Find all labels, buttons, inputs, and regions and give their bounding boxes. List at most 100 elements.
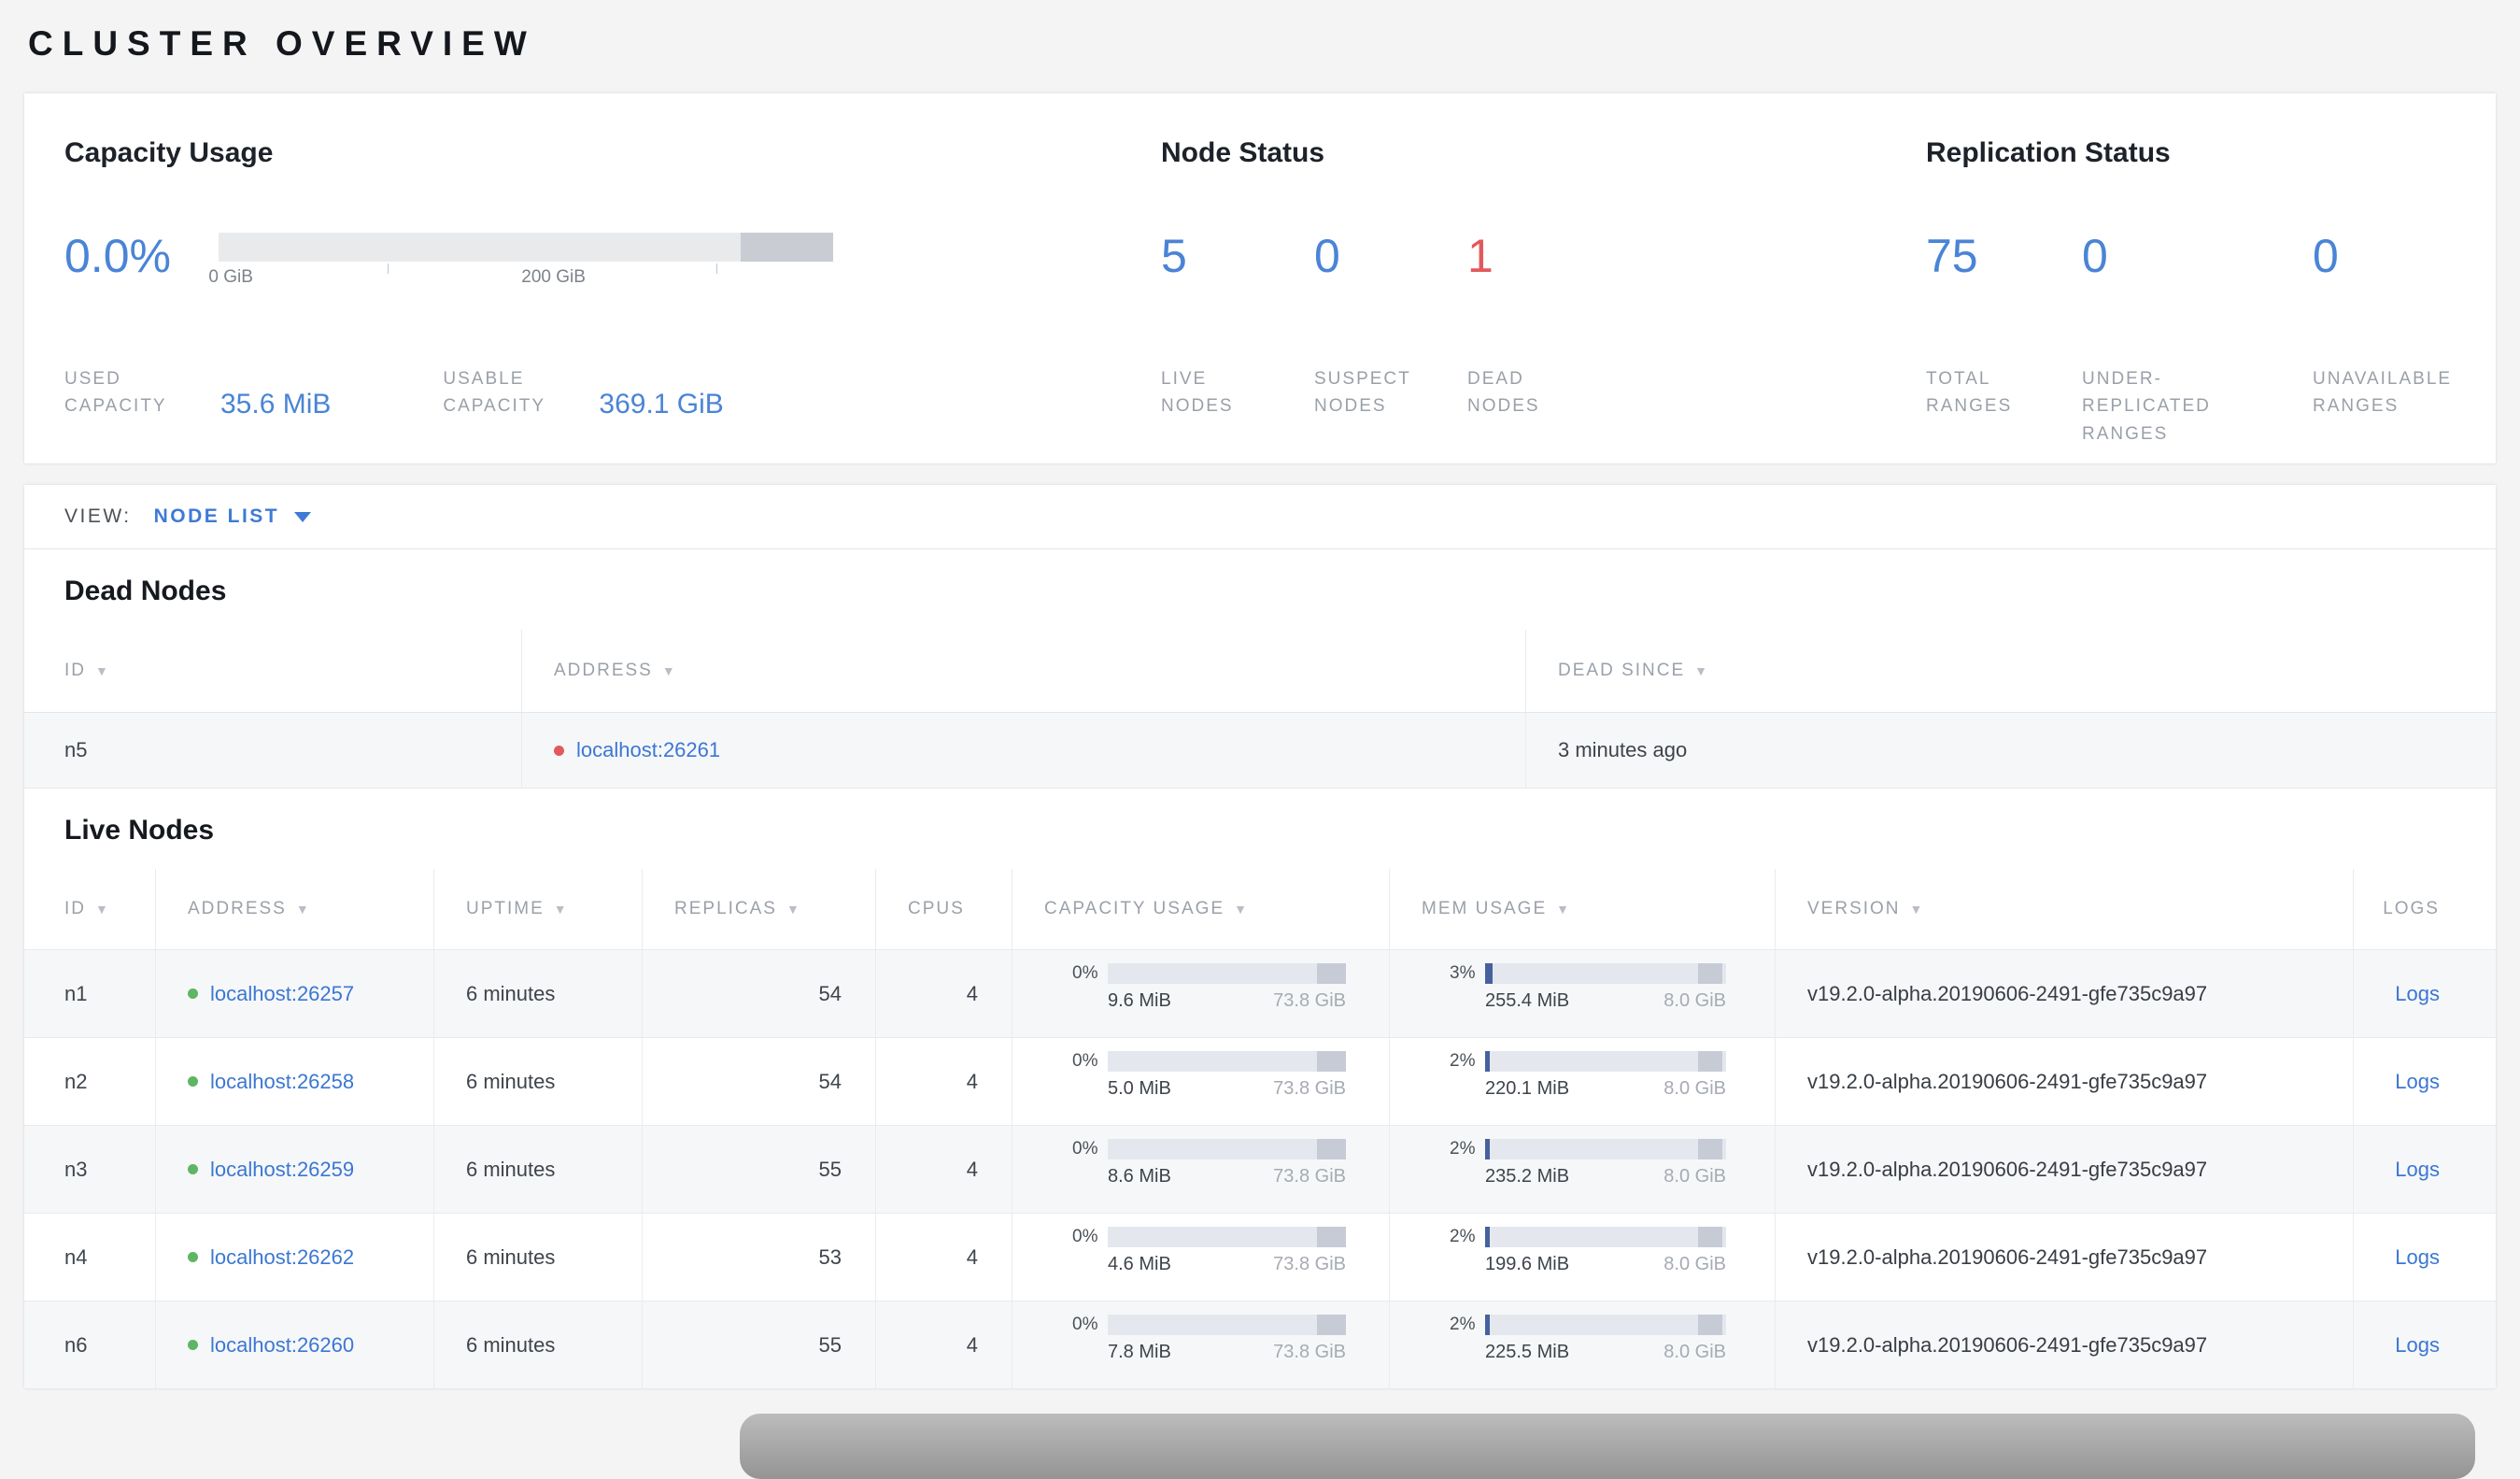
total-ranges-count: 75 [1926,230,1978,282]
node-address-link[interactable]: localhost:26262 [210,1245,354,1270]
live-col-logs-header[interactable]: LOGS [2354,869,2496,949]
logs-link[interactable]: Logs [2395,1158,2440,1182]
node-address-cell: localhost:26262 [156,1214,434,1301]
mem-total-value: 8.0 GiB [1663,1078,1726,1099]
live-col-version-header[interactable]: VERSION ▼ [1776,869,2354,949]
node-version: v19.2.0-alpha.20190606-2491-gfe735c9a97 [1776,1214,2354,1301]
table-row: n5 localhost:26261 3 minutes ago [24,712,2496,789]
live-col-replicas-header[interactable]: REPLICAS ▼ [643,869,876,949]
capacity-bar-axis: 0 GiB 200 GiB [208,262,833,293]
logs-link[interactable]: Logs [2395,1333,2440,1358]
node-address-link[interactable]: localhost:26260 [210,1333,354,1358]
node-cpus: 4 [876,1301,1012,1388]
live-col-cpus-header[interactable]: CPUS [876,869,1012,949]
node-status-title: Node Status [1161,137,1325,168]
live-nodes-header-row: ID ▼ ADDRESS ▼ UPTIME ▼ REPLICAS ▼ CPUS CAPA… [24,869,2496,949]
live-col-id-header[interactable]: ID ▼ [24,869,156,949]
mem-usage-bar [1485,963,1726,984]
capacity-usage-title: Capacity Usage [64,137,274,168]
capacity-total-value: 73.8 GiB [1273,1166,1346,1187]
capacity-percent: 0.0% [64,230,171,282]
capacity-total-value: 73.8 GiB [1273,990,1346,1011]
mem-percent-text: 2% [1450,1139,1476,1159]
node-address-link[interactable]: localhost:26258 [210,1070,354,1094]
sort-icon: ▼ [1556,902,1571,917]
live-status-icon [188,988,198,999]
live-col-mem-usage-header[interactable]: MEM USAGE ▼ [1390,869,1776,949]
capacity-bar-chart: 0 GiB 200 GiB [208,227,833,365]
axis-tick-label: 0 GiB [208,267,253,287]
capacity-usage-cell: 0% 9.6 MiB 73.8 GiB [1012,950,1390,1037]
mem-used-value: 199.6 MiB [1485,1254,1570,1274]
nodes-panel: VIEW: NODE LIST Dead Nodes ID ▼ ADDRESS … [24,485,2496,1388]
axis-tick-label: 200 GiB [521,267,586,287]
dead-nodes-heading: Dead Nodes [64,576,227,606]
capacity-used-value: 4.6 MiB [1108,1254,1171,1274]
mem-total-value: 8.0 GiB [1663,1166,1726,1187]
unavailable-ranges-label: UNAVAILABLE RANGES [2313,369,2453,417]
node-replicas: 53 [643,1214,876,1301]
mem-usage-bar [1485,1315,1726,1335]
live-col-capacity-usage-header[interactable]: CAPACITY USAGE ▼ [1012,869,1390,949]
mem-used-value: 235.2 MiB [1485,1166,1570,1187]
chevron-down-icon [294,511,312,522]
sort-icon: ▼ [1694,663,1709,678]
capacity-percent-text: 0% [1072,963,1098,983]
view-bar: VIEW: NODE LIST [24,485,2496,549]
node-id: n2 [24,1038,156,1125]
capacity-usage-bar [1108,1051,1346,1072]
node-version: v19.2.0-alpha.20190606-2491-gfe735c9a97 [1776,1038,2354,1125]
node-uptime: 6 minutes [434,1301,643,1388]
live-nodes-stat: 5 LIVE NODES [1161,227,1314,420]
dead-nodes-count: 1 [1467,230,1494,282]
view-selector-dropdown[interactable]: NODE LIST [154,505,312,528]
mem-usage-bar [1485,1139,1726,1159]
mem-total-value: 8.0 GiB [1663,990,1726,1011]
node-address-link[interactable]: localhost:26261 [576,738,720,762]
capacity-used-value: 9.6 MiB [1108,990,1171,1011]
capacity-used-value: 7.8 MiB [1108,1342,1171,1362]
sort-icon: ▼ [1909,902,1925,917]
view-label: VIEW: [64,505,132,527]
node-address-link[interactable]: localhost:26257 [210,982,354,1006]
sort-icon: ▼ [553,902,569,917]
dead-col-address-header[interactable]: ADDRESS ▼ [522,630,1526,712]
capacity-total-value: 73.8 GiB [1273,1254,1346,1274]
used-capacity-stat: USED CAPACITY 35.6 MiB [64,365,331,420]
node-uptime: 6 minutes [434,1126,643,1213]
live-nodes-label: LIVE NODES [1161,369,1234,417]
node-replicas: 54 [643,950,876,1037]
node-address-cell: localhost:26257 [156,950,434,1037]
logs-link[interactable]: Logs [2395,1070,2440,1094]
node-version: v19.2.0-alpha.20190606-2491-gfe735c9a97 [1776,1126,2354,1213]
live-col-address-header[interactable]: ADDRESS ▼ [156,869,434,949]
live-col-uptime-header[interactable]: UPTIME ▼ [434,869,643,949]
suspect-nodes-count: 0 [1314,230,1340,282]
node-replicas: 55 [643,1126,876,1213]
live-status-icon [188,1164,198,1174]
node-id: n1 [24,950,156,1037]
node-address-link[interactable]: localhost:26259 [210,1158,354,1182]
node-id: n6 [24,1301,156,1388]
unavailable-ranges-count: 0 [2313,230,2339,282]
mem-usage-cell: 2% 225.5 MiB 8.0 GiB [1390,1301,1776,1388]
replication-status-title: Replication Status [1926,137,2171,168]
live-nodes-heading: Live Nodes [64,815,215,846]
dead-col-dead-since-header[interactable]: DEAD SINCE ▼ [1526,630,2496,712]
mem-usage-bar [1485,1227,1726,1247]
live-status-icon [188,1076,198,1087]
logs-link[interactable]: Logs [2395,982,2440,1006]
dead-status-icon [554,745,564,756]
node-id: n4 [24,1214,156,1301]
used-capacity-label: USED CAPACITY [64,369,167,417]
node-logs-cell: Logs [2354,1301,2496,1388]
mem-usage-cell: 2% 199.6 MiB 8.0 GiB [1390,1214,1776,1301]
logs-link[interactable]: Logs [2395,1245,2440,1270]
table-row: n2 localhost:26258 6 minutes 54 4 0% 5.0… [24,1037,2496,1125]
node-cpus: 4 [876,1126,1012,1213]
dock-overlay [740,1414,2475,1479]
node-logs-cell: Logs [2354,1214,2496,1301]
axis-tick-mark [387,263,389,274]
dead-col-id-header[interactable]: ID ▼ [24,630,522,712]
node-uptime: 6 minutes [434,1214,643,1301]
